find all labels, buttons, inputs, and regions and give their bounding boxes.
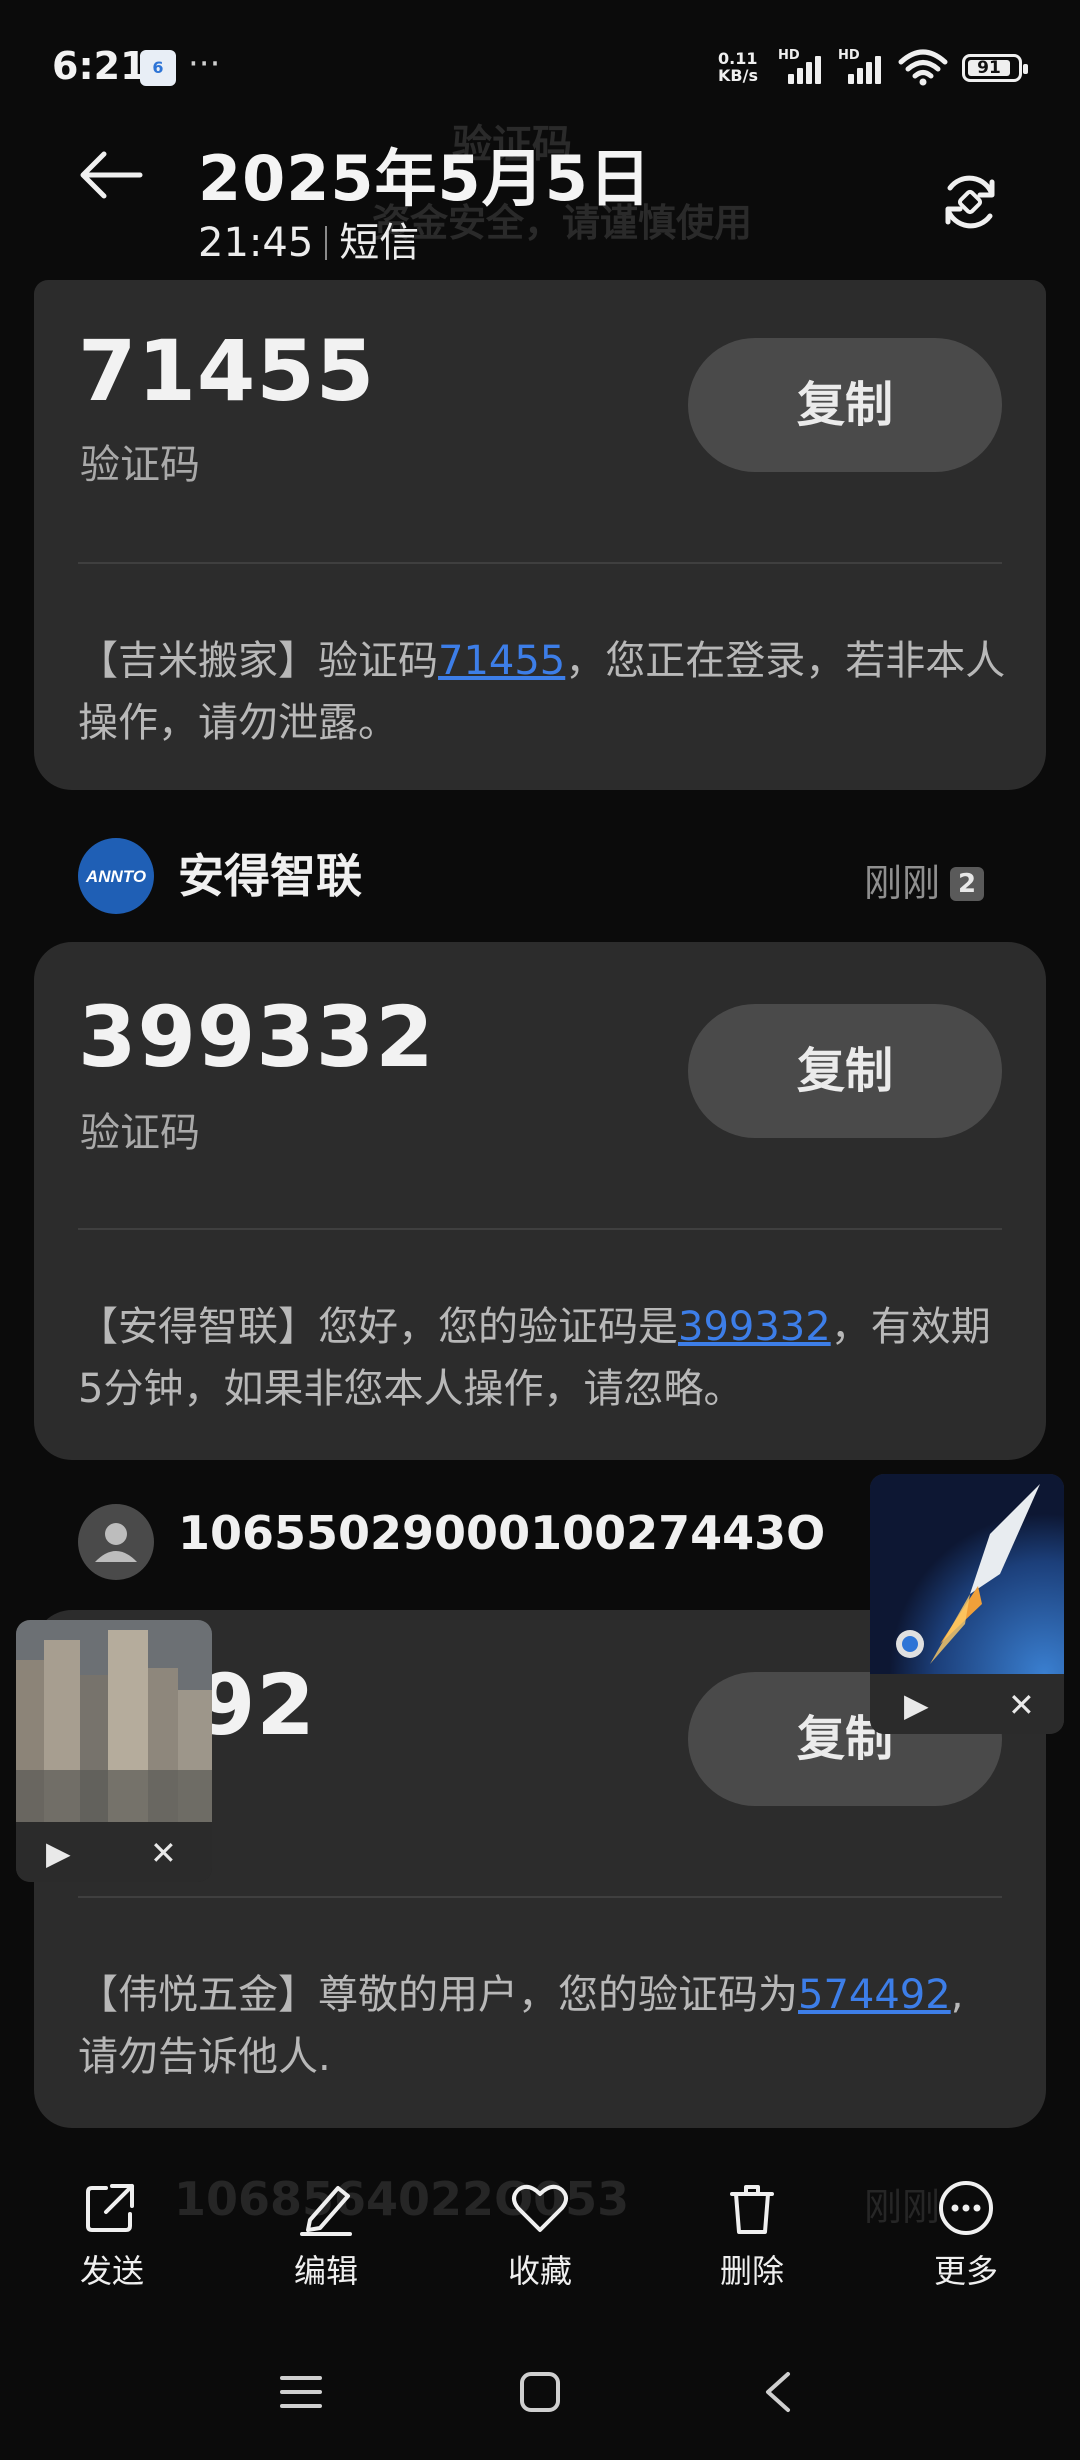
heart-icon — [512, 2184, 568, 2232]
home-icon[interactable] — [518, 2370, 562, 2414]
copy-button[interactable]: 复制 — [688, 1004, 1002, 1138]
video-controls: ▶ ✕ — [870, 1674, 1064, 1734]
sender-row[interactable]: 1065502900010027443O — [78, 1504, 938, 1580]
floating-video-window[interactable]: ▶ ✕ — [870, 1474, 1064, 1734]
menu-icon[interactable] — [278, 2372, 324, 2412]
sender-row[interactable]: ANNTO 安得智联 刚刚 2 — [78, 838, 998, 914]
system-nav-bar — [0, 2340, 1080, 2460]
send-button[interactable]: 发送 — [32, 2180, 192, 2292]
avatar-icon — [78, 1504, 154, 1580]
wifi-icon — [898, 49, 948, 86]
favorite-button[interactable]: 收藏 — [460, 2180, 620, 2292]
page-title: 2025年5月5日 — [198, 142, 652, 215]
sender-name: 1065502900010027443O — [178, 1506, 826, 1560]
annto-logo-icon: ANNTO — [78, 838, 154, 914]
otp-code: 399332 — [78, 988, 435, 1086]
app-notification-icon: 6 — [140, 50, 176, 86]
copy-button[interactable]: 复制 — [688, 338, 1002, 472]
edit-icon — [300, 2186, 352, 2236]
more-icon — [939, 2181, 993, 2235]
sms-message: 【吉米搬家】验证码71455，您正在登录，若非本人操作，请勿泄露。 — [78, 638, 1006, 746]
play-icon[interactable]: ▶ — [46, 1834, 71, 1872]
more-button[interactable]: 更多 — [886, 2180, 1046, 2292]
edit-button[interactable]: 编辑 — [246, 2180, 406, 2292]
sms-message: 【伟悦五金】尊敬的用户，您的验证码为574492, 请勿告诉他人. — [78, 1972, 964, 2080]
sender-name: 安得智联 — [178, 849, 362, 903]
otp-link[interactable]: 71455 — [438, 638, 565, 684]
otp-link[interactable]: 399332 — [678, 1304, 831, 1350]
close-icon[interactable]: ✕ — [1008, 1686, 1035, 1724]
back-arrow-icon[interactable] — [78, 150, 144, 200]
sender-time: 刚刚 2 — [864, 852, 985, 907]
battery-icon: 91 — [962, 54, 1028, 82]
signal-icon: HD — [778, 48, 828, 84]
otp-card: 71455 验证码 复制 【吉米搬家】验证码71455，您正在登录，若非本人操作… — [34, 280, 1046, 790]
message-count-badge: 2 — [950, 867, 985, 901]
share-icon — [86, 2184, 134, 2232]
page-subtitle: 21:45 短信 — [198, 220, 420, 266]
svg-text:ANNTO: ANNTO — [85, 867, 146, 886]
video-controls: ▶ ✕ — [16, 1822, 212, 1882]
play-icon[interactable]: ▶ — [904, 1686, 929, 1724]
otp-code: 71455 — [78, 322, 376, 420]
signal-icon-2: HD — [838, 48, 888, 84]
otp-code-label: 验证码 — [80, 442, 200, 488]
network-speed: 0.11 KB/s — [718, 49, 758, 85]
more-notifications-icon: ··· — [188, 44, 221, 84]
delete-button[interactable]: 删除 — [672, 2180, 832, 2292]
back-icon[interactable] — [760, 2370, 796, 2414]
otp-card: 399332 验证码 复制 【安得智联】您好，您的验证码是399332，有效期5… — [34, 942, 1046, 1460]
close-icon[interactable]: ✕ — [150, 1834, 177, 1872]
otp-code-label: 验证码 — [80, 1110, 200, 1156]
status-time: 6:21 — [52, 44, 147, 88]
trash-icon — [730, 2185, 774, 2234]
rotate-icon[interactable] — [938, 170, 1002, 234]
floating-video-window[interactable]: ▶ ✕ — [16, 1620, 212, 1882]
city-thumbnail — [16, 1620, 212, 1822]
otp-link[interactable]: 574492 — [798, 1972, 951, 2018]
sms-message: 【安得智联】您好，您的验证码是399332，有效期5分钟，如果非您本人操作，请忽… — [78, 1304, 991, 1412]
rocket-thumbnail — [870, 1474, 1064, 1674]
